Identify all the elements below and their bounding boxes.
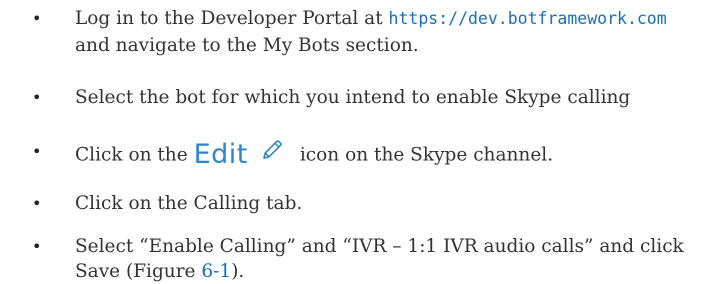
list-item-text: Log in to the Developer Portal at https:… <box>75 7 725 31</box>
list-item-text: Click on the Calling tab. <box>75 193 303 214</box>
list-item-line-2: and navigate to the My Bots section. <box>75 34 725 58</box>
list-item-line-2-prefix: Save (Figure <box>75 261 202 282</box>
list-item-text: Click on the Edit icon on the Skype chan… <box>75 140 725 171</box>
edit-label: Edit <box>193 138 248 170</box>
bullet: • <box>32 237 42 256</box>
bullet: • <box>32 142 42 161</box>
list-item-prefix: Click on the <box>75 144 194 166</box>
list-item-suffix: icon on the Skype channel. <box>299 144 554 166</box>
portal-url-link[interactable]: https://dev.botframework.com <box>389 9 667 28</box>
figure-link[interactable]: 6-1 <box>201 261 231 282</box>
bullet: • <box>32 194 42 213</box>
list-item-line-1: Select “Enable Calling” and “IVR – 1:1 I… <box>75 236 684 257</box>
list-item-line-1-prefix: Log in to the Developer Portal at <box>75 8 389 29</box>
bullet: • <box>32 88 42 107</box>
list-item-line-2-text: and navigate to the My Bots section. <box>75 35 419 56</box>
bullet: • <box>32 9 42 28</box>
list-item-text: Select the bot for which you intend to e… <box>75 87 631 108</box>
list-item-line-2: Save (Figure 6-1). <box>75 260 725 284</box>
pencil-icon <box>260 138 284 169</box>
list-item-line-2-suffix: ). <box>231 261 245 282</box>
